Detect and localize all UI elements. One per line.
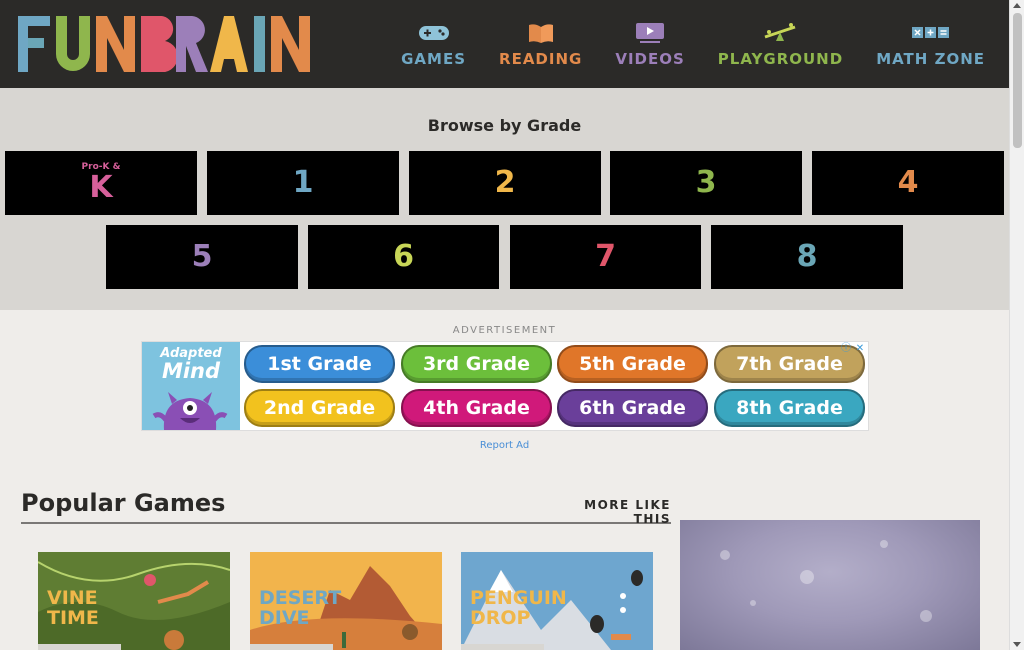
- scroll-up-icon[interactable]: [1013, 3, 1021, 8]
- game-card-desert-dive[interactable]: DESERT DIVE: [250, 552, 442, 650]
- grade-button-7[interactable]: 7: [510, 225, 701, 289]
- nav-label: GAMES: [401, 50, 467, 68]
- grade-button-1[interactable]: 1: [207, 151, 399, 215]
- nav-games[interactable]: GAMES: [401, 22, 466, 68]
- ad-grade-pill[interactable]: 1st Grade: [244, 345, 395, 383]
- ad-controls: ⓘ ✕: [840, 343, 866, 355]
- page-scrollbar[interactable]: [1009, 0, 1024, 650]
- section-title: Browse by Grade: [427, 116, 582, 135]
- ad-brand-panel[interactable]: Adapted Mind: [142, 342, 240, 430]
- game-title-line: TIME: [47, 607, 99, 629]
- game-card-penguin-drop[interactable]: PENGUIN DROP: [461, 552, 653, 650]
- ad-info-icon[interactable]: ⓘ: [840, 343, 852, 355]
- bubble-decoration: [920, 610, 932, 622]
- logo-wordmark[interactable]: [18, 16, 318, 72]
- ad-grade-pill[interactable]: 4th Grade: [401, 389, 552, 427]
- funbrain-logo[interactable]: [18, 16, 318, 72]
- section-divider: [21, 522, 671, 524]
- grade-button-4[interactable]: 4: [812, 151, 1004, 215]
- bubble-decoration: [750, 600, 756, 606]
- ad-grade-pill[interactable]: 6th Grade: [557, 389, 708, 427]
- bubble-decoration: [800, 570, 814, 584]
- game-title-line: DIVE: [259, 607, 310, 629]
- grade-button-8[interactable]: 8: [711, 225, 903, 289]
- grade-label: 3: [695, 165, 717, 200]
- nav-label: VIDEOS: [615, 50, 685, 68]
- game-title-line: DESERT: [259, 587, 342, 609]
- game-title: DESERT DIVE: [259, 588, 341, 628]
- game-card-vine-time[interactable]: VINE TIME: [38, 552, 230, 650]
- game-title: PENGUIN DROP: [470, 588, 567, 628]
- advertisement-label: ADVERTISEMENT: [452, 325, 557, 336]
- advertisement-banner[interactable]: Adapted Mind 1st Grade 3rd Grade 5th Gra…: [141, 341, 869, 431]
- nav-label: MATH ZONE: [876, 50, 985, 68]
- grade-button-6[interactable]: 6: [308, 225, 499, 289]
- nav-label: READING: [499, 50, 583, 68]
- grade-button-k[interactable]: Pro-K & K: [5, 151, 197, 215]
- grade-label: 8: [796, 239, 818, 274]
- gamepad-icon: [418, 22, 449, 44]
- nav-playground[interactable]: PLAYGROUND: [718, 22, 843, 68]
- popular-games-title: Popular Games: [21, 489, 226, 517]
- nav-math-zone[interactable]: MATH ZONE: [876, 22, 985, 68]
- ad-grade-pill[interactable]: 3rd Grade: [401, 345, 552, 383]
- grade-button-5[interactable]: 5: [106, 225, 298, 289]
- nav-reading[interactable]: READING: [499, 22, 582, 68]
- report-ad-link[interactable]: Report Ad: [0, 440, 1009, 451]
- ad-close-icon[interactable]: ✕: [854, 343, 866, 355]
- featured-video-thumbnail[interactable]: [680, 520, 980, 650]
- video-icon: [636, 22, 665, 44]
- game-title-line: PENGUIN: [470, 587, 567, 609]
- book-icon: [528, 22, 554, 44]
- game-title-line: DROP: [470, 607, 531, 629]
- grade-label: K: [89, 170, 113, 205]
- game-title: VINE TIME: [47, 588, 99, 628]
- bubble-decoration: [720, 550, 730, 560]
- scrollbar-thumb[interactable]: [1013, 13, 1022, 148]
- game-tag: [461, 644, 544, 650]
- grade-label: 2: [494, 165, 516, 200]
- grade-label: 7: [595, 239, 616, 274]
- ad-grade-pill[interactable]: 5th Grade: [557, 345, 708, 383]
- ad-brand-line2: Mind: [161, 359, 221, 383]
- ad-grade-pill[interactable]: 8th Grade: [714, 389, 865, 427]
- site-header: GAMES READING VIDEOS PLAYGROUND MATH ZON…: [0, 0, 1009, 88]
- grade-label: 4: [897, 165, 919, 200]
- game-tag: [38, 644, 121, 650]
- math-icon: [911, 22, 950, 44]
- monster-mascot-icon: [152, 392, 228, 430]
- scroll-down-icon[interactable]: [1013, 642, 1021, 647]
- main-nav: GAMES READING VIDEOS PLAYGROUND MATH ZON…: [368, 22, 985, 68]
- grade-label: 5: [191, 239, 213, 274]
- grade-button-2[interactable]: 2: [409, 151, 601, 215]
- bubble-decoration: [880, 540, 888, 548]
- game-tag: [250, 644, 333, 650]
- browse-by-grade-section: Browse by Grade Pro-K & K 1 2 3 4 5 6 7 …: [0, 88, 1009, 310]
- seesaw-icon: [763, 22, 797, 44]
- game-title-line: VINE: [47, 587, 98, 609]
- ad-grade-pill[interactable]: 2nd Grade: [244, 389, 395, 427]
- nav-label: PLAYGROUND: [717, 50, 844, 68]
- grade-label: 1: [292, 165, 314, 200]
- nav-videos[interactable]: VIDEOS: [615, 22, 684, 68]
- grade-label: 6: [393, 239, 414, 274]
- grade-button-3[interactable]: 3: [610, 151, 802, 215]
